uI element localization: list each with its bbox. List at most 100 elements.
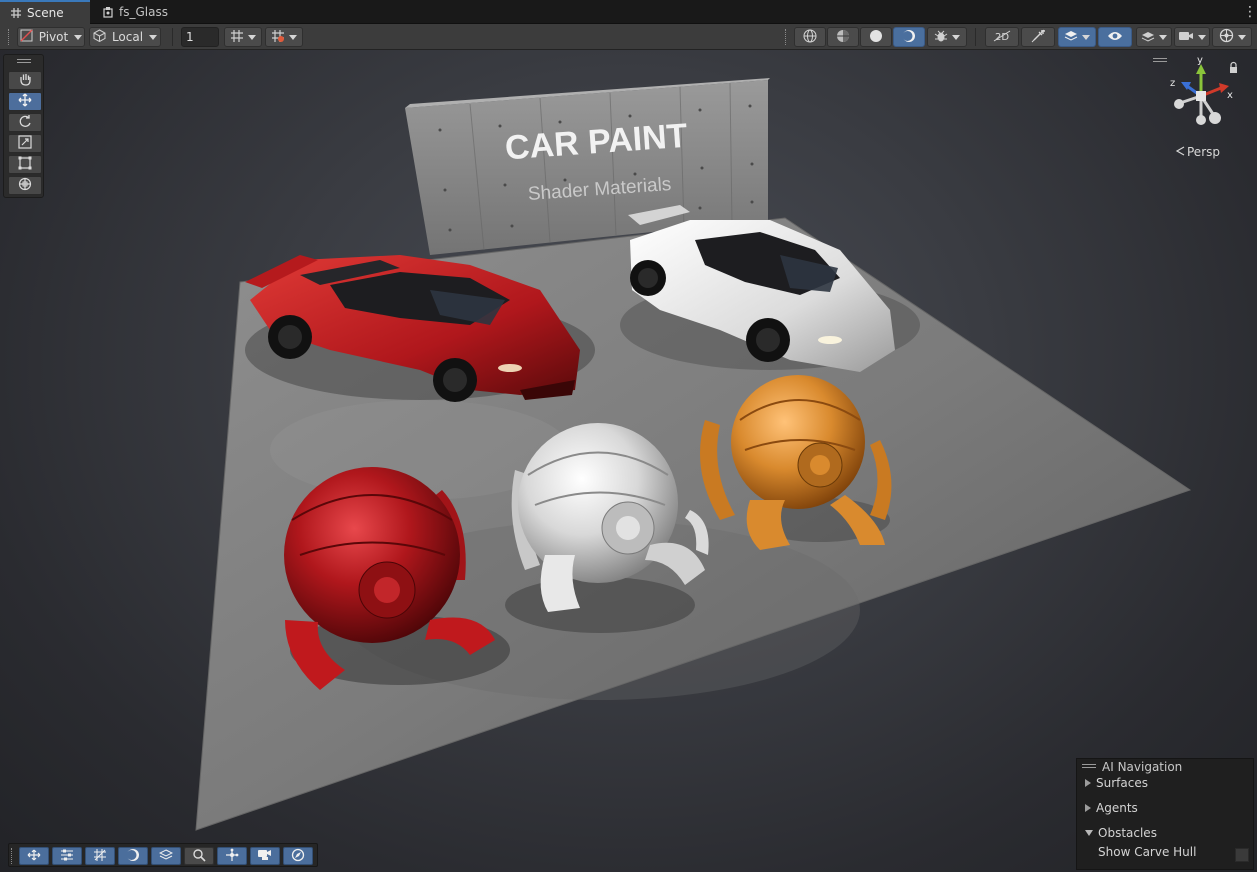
shaded-wireframe-button[interactable] bbox=[827, 27, 859, 47]
camera-icon bbox=[257, 849, 273, 864]
local-label: Local bbox=[111, 30, 144, 44]
draw-modes-overlay-button[interactable] bbox=[118, 847, 148, 865]
hand-tool-button[interactable] bbox=[8, 71, 42, 90]
light-icon bbox=[1031, 29, 1045, 46]
tab-fs-glass[interactable]: fs_Glass bbox=[92, 0, 182, 24]
scale-icon bbox=[18, 135, 32, 152]
shaded-sphere-icon bbox=[902, 29, 916, 46]
tab-label: Scene bbox=[27, 6, 64, 20]
sliders-icon bbox=[60, 849, 74, 864]
pivot-label: Pivot bbox=[38, 30, 69, 44]
rotate-tool-button[interactable] bbox=[8, 113, 42, 132]
grid-snapping-overlay-button[interactable] bbox=[85, 847, 115, 865]
2d-mode-button[interactable]: 2D bbox=[985, 27, 1019, 47]
tab-scene[interactable]: Scene bbox=[0, 0, 90, 24]
navigation-overlay-button[interactable] bbox=[283, 847, 313, 865]
tools-overlay bbox=[3, 54, 44, 198]
compass-icon bbox=[291, 848, 305, 865]
obstacles-foldout[interactable]: Obstacles bbox=[1085, 826, 1157, 840]
camera-icon bbox=[1178, 30, 1194, 45]
grid-snap-dropdown[interactable] bbox=[265, 27, 303, 47]
prefab-icon bbox=[102, 6, 114, 18]
scale-tool-button[interactable] bbox=[8, 134, 42, 153]
scene-hash-icon bbox=[10, 7, 22, 19]
layers-dropdown[interactable] bbox=[1136, 27, 1172, 47]
move-overlay-button[interactable] bbox=[19, 847, 49, 865]
show-carve-hull-checkbox[interactable] bbox=[1235, 848, 1249, 862]
gizmo-x-label: x bbox=[1227, 90, 1233, 101]
rotate-icon bbox=[18, 114, 32, 131]
gizmo-z-label: z bbox=[1170, 78, 1175, 89]
move-arrows-icon bbox=[17, 93, 33, 110]
gizmo-y-label: y bbox=[1197, 56, 1203, 66]
overlay-toolbar bbox=[8, 843, 318, 867]
shaded-button[interactable] bbox=[893, 27, 925, 47]
debug-draw-dropdown[interactable] bbox=[927, 27, 967, 47]
scene-viewport[interactable]: CAR PAINT Shader Materials y x z Persp A… bbox=[0, 50, 1257, 872]
orientation-gizmo[interactable]: y x z bbox=[1165, 56, 1241, 136]
expand-arrow-icon bbox=[1085, 804, 1091, 812]
unlit-sphere-icon bbox=[869, 29, 883, 46]
surfaces-foldout[interactable]: Surfaces bbox=[1085, 776, 1148, 790]
layers-fx-icon bbox=[158, 848, 174, 865]
expand-arrow-icon bbox=[1085, 779, 1091, 787]
svg-text:2D: 2D bbox=[995, 32, 1009, 42]
foldout-label: Obstacles bbox=[1098, 826, 1157, 840]
perspective-icon bbox=[1175, 145, 1185, 159]
grid-snap-input[interactable] bbox=[181, 27, 219, 47]
toolbar-grip[interactable] bbox=[785, 29, 787, 45]
show-carve-hull-text: Show Carve Hull bbox=[1098, 845, 1197, 859]
rect-tool-button[interactable] bbox=[8, 155, 42, 174]
layers-icon bbox=[1141, 29, 1155, 46]
foldout-label: Surfaces bbox=[1096, 776, 1148, 790]
agents-foldout[interactable]: Agents bbox=[1085, 801, 1138, 815]
chevron-down-icon bbox=[1198, 34, 1206, 40]
toolbar-separator bbox=[975, 28, 976, 46]
ai-navigation-overlay: AI Navigation Surfaces Agents Obstacles … bbox=[1076, 758, 1254, 870]
grid-visibility-dropdown[interactable] bbox=[224, 27, 262, 47]
chevron-down-icon bbox=[74, 34, 83, 40]
axis-icon bbox=[225, 848, 239, 865]
shaded-sphere-icon bbox=[126, 848, 140, 865]
local-cube-icon bbox=[93, 29, 106, 45]
view-options-overlay-button[interactable] bbox=[151, 847, 181, 865]
grid-snap-icon bbox=[271, 29, 285, 46]
pivot-dropdown[interactable]: Pivot bbox=[17, 27, 85, 47]
chevron-down-icon bbox=[952, 34, 960, 40]
move-arrows-icon bbox=[26, 849, 42, 864]
more-options-icon[interactable]: ⋮ bbox=[1243, 4, 1257, 20]
shaded-wire-sphere-icon bbox=[836, 29, 850, 46]
overlay-drag-handle[interactable] bbox=[1082, 764, 1096, 768]
grid-snap-icon bbox=[93, 848, 107, 865]
scene-fx-dropdown[interactable] bbox=[1058, 27, 1096, 47]
local-dropdown[interactable]: Local bbox=[89, 27, 161, 47]
2d-icon: 2D bbox=[993, 30, 1011, 45]
search-overlay-button[interactable] bbox=[184, 847, 214, 865]
lock-icon[interactable] bbox=[1230, 61, 1237, 74]
projection-toggle[interactable]: Persp bbox=[1175, 145, 1220, 159]
overlay-grip[interactable] bbox=[11, 848, 13, 864]
projection-label: Persp bbox=[1187, 145, 1220, 159]
ai-navigation-title: AI Navigation bbox=[1102, 760, 1183, 774]
gizmo-globe-icon bbox=[1219, 28, 1234, 46]
camera-dropdown[interactable] bbox=[1174, 27, 1210, 47]
tool-settings-overlay-button[interactable] bbox=[52, 847, 82, 865]
chevron-down-icon bbox=[289, 34, 297, 40]
toolbar-grip[interactable] bbox=[8, 29, 10, 45]
search-icon bbox=[192, 848, 206, 865]
gizmos-dropdown[interactable] bbox=[1212, 27, 1252, 47]
lighting-toggle-button[interactable] bbox=[1021, 27, 1055, 47]
tab-label: fs_Glass bbox=[119, 5, 168, 19]
scene-visibility-button[interactable] bbox=[1098, 27, 1132, 47]
foldout-label: Agents bbox=[1096, 801, 1138, 815]
transform-tool-button[interactable] bbox=[8, 176, 42, 195]
wireframe-shading-button[interactable] bbox=[794, 27, 826, 47]
orientation-overlay-button[interactable] bbox=[217, 847, 247, 865]
show-carve-hull-label: Show Carve Hull bbox=[1098, 845, 1196, 859]
cameras-overlay-button[interactable] bbox=[250, 847, 280, 865]
transform-globe-icon bbox=[18, 177, 32, 194]
move-tool-button[interactable] bbox=[8, 92, 42, 111]
wireframe-sphere-icon bbox=[803, 29, 817, 46]
unlit-shading-button[interactable] bbox=[860, 27, 892, 47]
overlay-drag-handle[interactable] bbox=[17, 59, 31, 63]
